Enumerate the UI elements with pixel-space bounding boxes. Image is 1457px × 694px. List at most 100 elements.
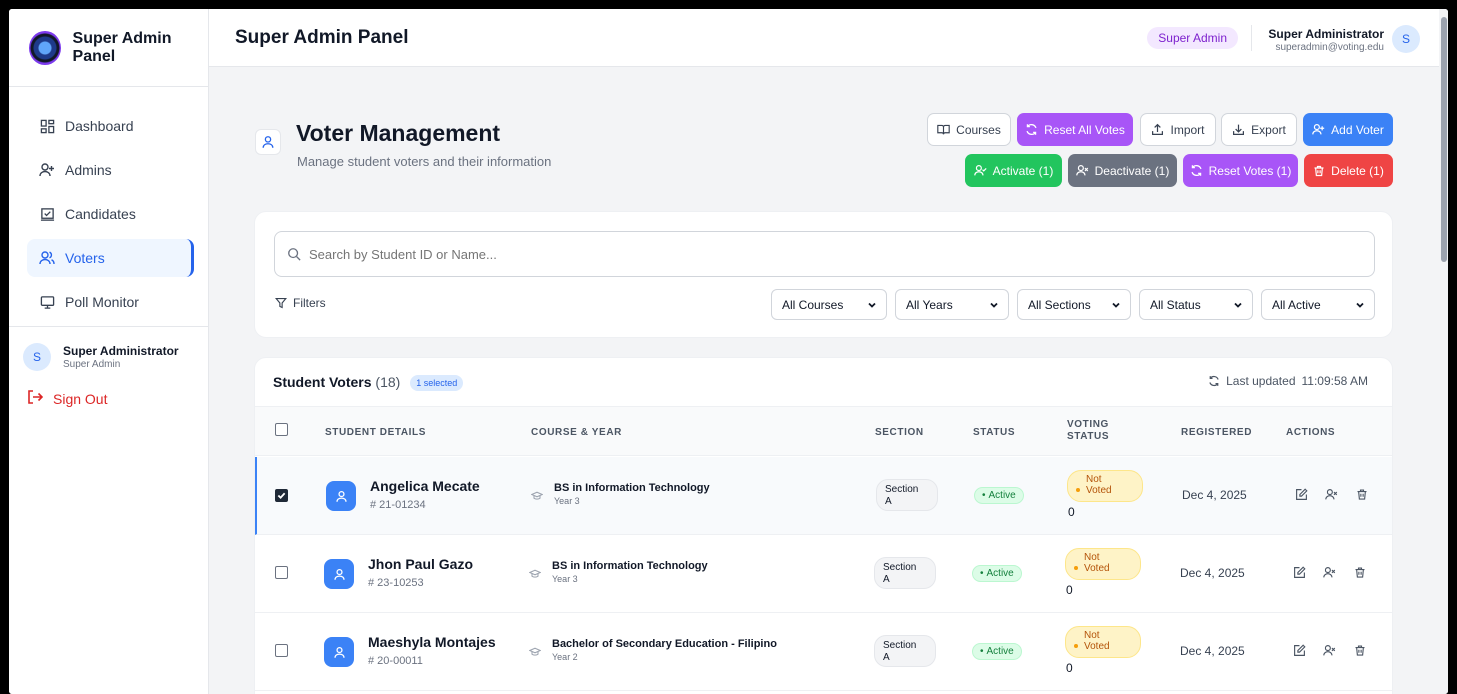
section-badge: Section A xyxy=(874,635,936,667)
status-filter-value: All Status xyxy=(1150,297,1201,312)
add-voter-label: Add Voter xyxy=(1331,122,1384,137)
trash-icon xyxy=(1314,165,1324,176)
student-avatar-icon xyxy=(324,559,354,589)
sidebar-user-role: Super Admin xyxy=(63,359,121,370)
export-button[interactable]: Export xyxy=(1221,113,1297,146)
table-title-text: Student Voters xyxy=(273,374,372,390)
app-window: Super Admin Panel Dashboard Admins Candi… xyxy=(9,9,1448,694)
filter-icon xyxy=(275,297,287,309)
student-id: # 21-01234 xyxy=(370,499,426,511)
chevron-down-icon xyxy=(1234,302,1242,308)
refresh-icon xyxy=(1026,124,1037,135)
check-icon xyxy=(277,492,286,500)
sidebar-item-voters[interactable]: Voters xyxy=(27,239,194,277)
users-icon xyxy=(39,250,55,266)
page-scrollbar[interactable] xyxy=(1439,9,1448,694)
row-checkbox[interactable] xyxy=(275,566,288,579)
top-header: Super Admin Panel Super Admin Super Admi… xyxy=(209,9,1448,67)
user-toggle-icon[interactable] xyxy=(1325,488,1338,501)
user-x-icon xyxy=(1075,165,1088,176)
student-id: # 23-10253 xyxy=(368,577,424,589)
activate-label: Activate (1) xyxy=(992,163,1054,178)
sidebar-item-candidates[interactable]: Candidates xyxy=(27,195,190,233)
status-badge: • Active xyxy=(974,487,1024,504)
page-user-icon xyxy=(255,129,281,155)
course-name: BS in Information Technology xyxy=(552,560,708,572)
status-badge: • Active xyxy=(972,643,1022,660)
col-registered: Registered xyxy=(1181,427,1253,438)
reset-all-label: Reset All Votes xyxy=(1044,122,1125,137)
sidebar-item-dashboard[interactable]: Dashboard xyxy=(27,107,190,145)
add-voter-button[interactable]: Add Voter xyxy=(1303,113,1393,146)
user-toggle-icon[interactable] xyxy=(1323,644,1336,657)
voting-status-badge: Not Voted xyxy=(1067,470,1143,502)
row-checkbox[interactable] xyxy=(275,644,288,657)
reset-votes-button[interactable]: Reset Votes (1) xyxy=(1183,154,1298,187)
row-checkbox[interactable] xyxy=(275,489,288,502)
course-year: Year 3 xyxy=(552,574,578,584)
courses-label: Courses xyxy=(956,122,1001,137)
sidebar-item-admins[interactable]: Admins xyxy=(27,151,190,189)
book-icon xyxy=(937,124,950,135)
header-avatar[interactable]: S xyxy=(1392,25,1420,53)
sidebar-item-poll-monitor[interactable]: Poll Monitor xyxy=(27,283,190,321)
table-row[interactable]: Jhon Paul Gazo # 23-10253 BS in Informat… xyxy=(255,535,1392,613)
search-field[interactable] xyxy=(274,231,1375,277)
deactivate-button[interactable]: Deactivate (1) xyxy=(1068,154,1177,187)
col-voting-status-1: Voting xyxy=(1067,419,1109,430)
last-updated-time: 11:09:58 AM xyxy=(1301,374,1369,388)
edit-icon[interactable] xyxy=(1293,566,1306,579)
search-input[interactable] xyxy=(309,246,1209,262)
edit-icon[interactable] xyxy=(1293,644,1306,657)
sign-out-label: Sign Out xyxy=(53,390,108,407)
table-row[interactable]: Angelica Mecate # 21-01234 BS in Informa… xyxy=(255,457,1392,535)
student-name: Maeshyla Montajes xyxy=(368,634,496,650)
sidebar-item-label: Poll Monitor xyxy=(65,294,139,310)
graduation-cap-icon xyxy=(531,491,543,500)
download-icon xyxy=(1233,124,1245,135)
sidebar-user: S Super Administrator Super Admin xyxy=(9,327,208,371)
active-filter-select[interactable]: All Active xyxy=(1261,289,1375,320)
vote-count: 0 xyxy=(1066,661,1073,675)
trash-icon[interactable] xyxy=(1354,566,1366,579)
status-filter-select[interactable]: All Status xyxy=(1139,289,1253,320)
chevron-down-icon xyxy=(1112,302,1120,308)
table-row[interactable]: Maeshyla Montajes # 20-00011 Bachelor of… xyxy=(255,613,1392,691)
selected-badge: 1 selected xyxy=(410,375,464,392)
sign-out-button[interactable]: Sign Out xyxy=(27,389,208,408)
reset-votes-label: Reset Votes (1) xyxy=(1208,163,1292,178)
header-user-name: Super Administrator xyxy=(1268,27,1384,41)
user-toggle-icon[interactable] xyxy=(1323,566,1336,579)
section-badge: Section A xyxy=(876,479,938,511)
sidebar: Super Admin Panel Dashboard Admins Candi… xyxy=(9,9,209,694)
active-filter-value: All Active xyxy=(1272,297,1321,312)
select-all-checkbox[interactable] xyxy=(275,423,288,436)
refresh-icon xyxy=(1209,375,1219,387)
registered-date: Dec 4, 2025 xyxy=(1180,566,1245,580)
course-year: Year 3 xyxy=(554,496,580,506)
edit-icon[interactable] xyxy=(1295,488,1308,501)
monitor-icon xyxy=(39,294,55,310)
import-button[interactable]: Import xyxy=(1140,113,1216,146)
table-header: Student Details Course & Year Section St… xyxy=(255,406,1392,456)
courses-button[interactable]: Courses xyxy=(927,113,1011,146)
col-actions: Actions xyxy=(1286,427,1336,438)
trash-icon[interactable] xyxy=(1354,644,1366,657)
course-year: Year 2 xyxy=(552,652,578,662)
header-user: Super Administrator superadmin@voting.ed… xyxy=(1268,27,1384,53)
filters-card: Filters All Courses All Years All Sectio… xyxy=(254,211,1393,338)
deactivate-label: Deactivate (1) xyxy=(1094,163,1170,178)
section-filter-select[interactable]: All Sections xyxy=(1017,289,1131,320)
delete-button[interactable]: Delete (1) xyxy=(1304,154,1393,187)
reset-all-votes-button[interactable]: Reset All Votes xyxy=(1017,113,1133,146)
logout-icon xyxy=(27,389,44,408)
avatar: S xyxy=(23,343,51,371)
trash-icon[interactable] xyxy=(1356,488,1368,501)
col-student-details: Student Details xyxy=(325,427,427,438)
course-filter-select[interactable]: All Courses xyxy=(771,289,887,320)
scrollbar-thumb[interactable] xyxy=(1441,17,1447,262)
course-name: BS in Information Technology xyxy=(554,482,710,494)
user-check-icon xyxy=(973,165,987,176)
year-filter-select[interactable]: All Years xyxy=(895,289,1009,320)
activate-button[interactable]: Activate (1) xyxy=(965,154,1062,187)
